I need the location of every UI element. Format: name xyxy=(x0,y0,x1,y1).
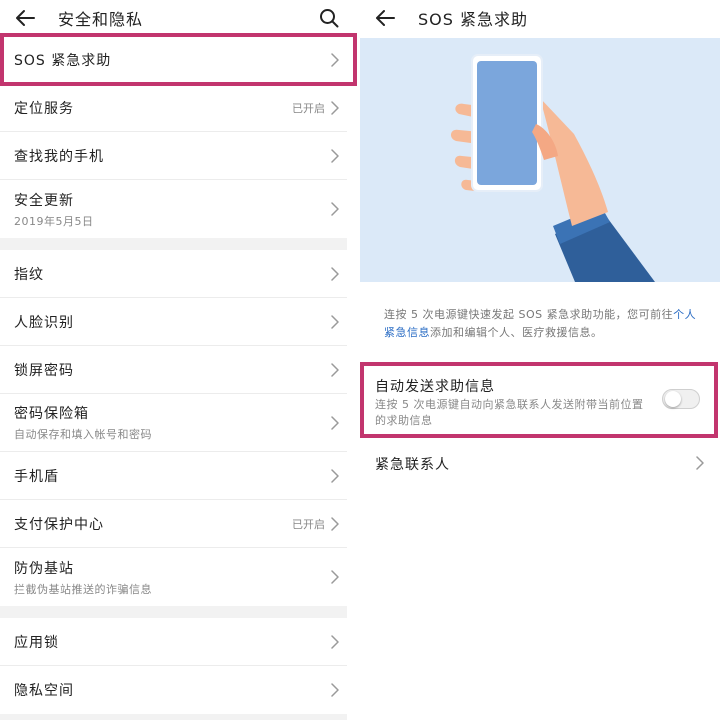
settings-row[interactable]: 安全更新 2019年5月5日 xyxy=(0,180,347,238)
settings-row[interactable]: 隐私空间 xyxy=(0,666,347,714)
settings-row[interactable]: SOS 紧急求助 xyxy=(0,36,347,84)
row-subtitle: 2019年5月5日 xyxy=(14,214,94,228)
settings-group: SOS 紧急求助 定位服务 已开启 查找我的手机 安全更新 2019年5月5日 xyxy=(0,36,347,238)
row-label: 人脸识别 xyxy=(14,314,74,331)
description-text: 连按 5 次电源键快速发起 SOS 紧急求助功能，您可前往 xyxy=(384,308,674,321)
left-topbar: 安全和隐私 xyxy=(0,0,347,36)
sos-panel: SOS 紧急求助 连按 5 次电源键快速发起 SOS 紧急求助功能，您可前往个人… xyxy=(360,0,720,720)
page-title: SOS 紧急求助 xyxy=(418,10,528,29)
settings-group: 指纹 人脸识别 锁屏密码 密码保险箱 自动保存和填入帐号和密码 手机盾 支付保护… xyxy=(0,250,347,606)
hand-holding-phone-illustration xyxy=(360,38,720,282)
description-text-end: 添加和编辑个人、医疗救援信息。 xyxy=(430,326,603,339)
panel-divider xyxy=(347,0,360,720)
settings-row[interactable]: 密码保险箱 自动保存和填入帐号和密码 xyxy=(0,394,347,452)
row-label: 应用锁 xyxy=(14,634,59,651)
group-separator xyxy=(0,238,347,250)
settings-row[interactable]: 防伪基站 拦截伪基站推送的诈骗信息 xyxy=(0,548,347,606)
settings-row[interactable]: 锁屏密码 xyxy=(0,346,347,394)
contacts-label: 紧急联系人 xyxy=(375,457,450,473)
group-separator xyxy=(0,606,347,618)
chevron-right-icon xyxy=(329,100,341,116)
row-subtitle: 自动保存和填入帐号和密码 xyxy=(14,428,152,441)
back-arrow-icon[interactable] xyxy=(12,5,38,31)
settings-row[interactable]: 查找我的手机 xyxy=(0,132,347,180)
settings-row[interactable]: 支付保护中心 已开启 xyxy=(0,500,347,548)
auto-send-toggle[interactable] xyxy=(662,389,700,409)
row-label: 密码保险箱 xyxy=(14,406,89,422)
row-label: 防伪基站 xyxy=(14,560,74,577)
row-label: 隐私空间 xyxy=(14,683,74,699)
chevron-right-icon xyxy=(329,266,341,282)
row-label: 查找我的手机 xyxy=(14,148,104,165)
row-label: 锁屏密码 xyxy=(14,362,74,379)
row-label: 支付保护中心 xyxy=(14,516,104,533)
row-subtitle: 拦截伪基站推送的诈骗信息 xyxy=(14,582,152,596)
row-label: SOS 紧急求助 xyxy=(14,52,112,69)
auto-send-title: 自动发送求助信息 xyxy=(375,379,495,395)
search-icon[interactable] xyxy=(316,5,342,31)
settings-row[interactable]: 人脸识别 xyxy=(0,298,347,346)
right-topbar: SOS 紧急求助 xyxy=(360,0,720,36)
settings-row[interactable]: 应用锁 xyxy=(0,618,347,666)
back-arrow-icon[interactable] xyxy=(372,5,398,31)
auto-send-setting[interactable]: 自动发送求助信息 连按 5 次电源键自动向紧急联系人发送附带当前位置的求助信息 xyxy=(360,362,718,438)
chevron-right-icon xyxy=(329,314,341,330)
security-privacy-panel: 安全和隐私 SOS 紧急求助 定位服务 已开启 查找我的手机 安全更新 2019… xyxy=(0,0,347,720)
chevron-right-icon xyxy=(329,516,341,532)
chevron-right-icon xyxy=(329,362,341,378)
row-label: 指纹 xyxy=(14,266,44,283)
row-status-value: 已开启 xyxy=(292,517,325,531)
sos-description: 连按 5 次电源键快速发起 SOS 紧急求助功能，您可前往个人紧急信息添加和编辑… xyxy=(384,306,700,342)
chevron-right-icon xyxy=(329,634,341,650)
settings-list: SOS 紧急求助 定位服务 已开启 查找我的手机 安全更新 2019年5月5日 xyxy=(0,36,347,714)
chevron-right-icon xyxy=(329,148,341,164)
page-title: 安全和隐私 xyxy=(58,10,144,29)
settings-row[interactable]: 定位服务 已开启 xyxy=(0,84,347,132)
chevron-right-icon xyxy=(329,415,341,431)
auto-send-description: 连按 5 次电源键自动向紧急联系人发送附带当前位置的求助信息 xyxy=(375,398,644,427)
settings-row[interactable]: 手机盾 xyxy=(0,452,347,500)
chevron-right-icon xyxy=(329,569,341,585)
row-label: 定位服务 xyxy=(14,100,74,117)
row-label: 手机盾 xyxy=(14,468,59,485)
emergency-contacts-row[interactable]: 紧急联系人 xyxy=(360,442,720,484)
row-label: 安全更新 xyxy=(14,192,74,209)
settings-group: 应用锁 隐私空间 xyxy=(0,618,347,714)
chevron-right-icon xyxy=(329,52,341,68)
chevron-right-icon xyxy=(329,682,341,698)
settings-row[interactable]: 指纹 xyxy=(0,250,347,298)
toggle-knob xyxy=(665,391,681,407)
chevron-right-icon xyxy=(694,455,706,471)
chevron-right-icon xyxy=(329,468,341,484)
chevron-right-icon xyxy=(329,201,341,217)
row-status-value: 已开启 xyxy=(292,101,325,115)
